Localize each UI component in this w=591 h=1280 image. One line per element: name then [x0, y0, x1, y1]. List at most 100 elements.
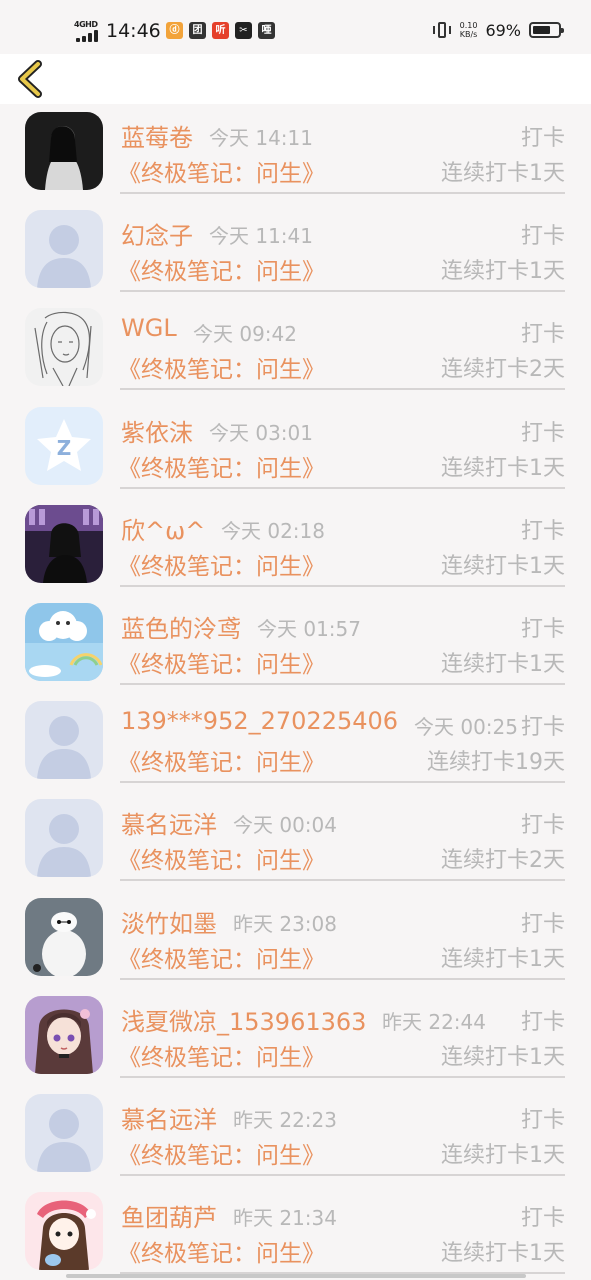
list-item[interactable]: Z 紫依沫 今天 03:01 打卡 《终极笔记：问生》 连续打卡1天: [0, 399, 591, 497]
divider: [120, 388, 565, 391]
battery-percent: 69%: [485, 20, 521, 40]
book-title[interactable]: 《终极笔记：问生》: [118, 350, 325, 384]
checkin-time: 今天 11:41: [209, 224, 313, 249]
user-name[interactable]: 139***952_270225406: [121, 707, 398, 735]
avatar[interactable]: [25, 1192, 103, 1271]
avatar[interactable]: [25, 504, 103, 583]
avatar[interactable]: [25, 701, 103, 780]
status-bar: 4GHD 14:46 ⓓ 团听 ✂ 唖 0.10 KB/s 69%: [0, 0, 591, 54]
avatar[interactable]: [25, 897, 103, 976]
battery-icon: [529, 22, 564, 38]
divider: [120, 486, 565, 489]
checkin-time: 今天 00:25: [414, 715, 518, 740]
user-name[interactable]: 幻念子: [121, 216, 193, 251]
checkin-label: 打卡: [520, 126, 565, 151]
checkin-time: 昨天 23:08: [233, 911, 337, 936]
book-title[interactable]: 《终极笔记：问生》: [118, 940, 325, 974]
user-name[interactable]: 慕名远洋: [121, 805, 217, 840]
user-name[interactable]: 蓝色的泠鸢: [121, 609, 241, 644]
checkin-time: 今天 01:57: [257, 616, 361, 641]
avatar[interactable]: [25, 799, 103, 878]
user-name[interactable]: WGL: [121, 314, 177, 342]
streak-count: 连续打卡2天: [441, 848, 565, 874]
checkin-time: 今天 02:18: [221, 518, 325, 543]
avatar[interactable]: [25, 112, 103, 190]
book-title[interactable]: 《终极笔记：问生》: [118, 743, 325, 777]
avatar[interactable]: [25, 308, 103, 387]
book-title[interactable]: 《终极笔记：问生》: [118, 547, 325, 581]
list-item[interactable]: 浅夏微凉_153961363 昨天 22:44 打卡 《终极笔记：问生》 连续打卡1天: [0, 988, 591, 1086]
checkin-time: 昨天 21:34: [233, 1206, 337, 1231]
avatar[interactable]: [25, 1093, 103, 1172]
network-speed-value: 0.10: [459, 21, 478, 30]
checkin-label: 打卡: [520, 224, 565, 250]
checkin-label: 打卡: [520, 1206, 565, 1232]
divider: [120, 584, 565, 587]
list-item[interactable]: 慕名远洋 昨天 22:23 打卡 《终极笔记：问生》 连续打卡1天: [0, 1086, 591, 1184]
streak-count: 连续打卡2天: [441, 357, 565, 383]
streak-count: 连续打卡1天: [441, 161, 565, 186]
notification-icons: ⓓ 团听 ✂ 唖: [166, 22, 275, 39]
list-item[interactable]: 139***952_270225406 今天 00:25 打卡《终极笔记：问生》 连续…: [0, 693, 591, 791]
divider: [120, 290, 565, 293]
user-name[interactable]: 浅夏微凉_153961363: [121, 1002, 366, 1037]
list-item[interactable]: 鱼团葫芦 昨天 21:34 打卡《终极笔记：问生》 连续打卡1天: [0, 1184, 591, 1280]
streak-count: 连续打卡1天: [441, 553, 565, 579]
divider: [120, 682, 565, 685]
app-icon-5: 唖: [258, 22, 275, 39]
avatar[interactable]: [25, 995, 103, 1074]
streak-count: 连续打卡19天: [427, 750, 565, 776]
book-title[interactable]: 《终极笔记：问生》: [118, 154, 325, 188]
list-item[interactable]: 慕名远洋 今天 00:04 打卡《终极笔记：问生》 连续打卡2天: [0, 791, 591, 889]
avatar[interactable]: Z: [25, 406, 103, 485]
checkin-time: 今天 03:01: [209, 420, 313, 445]
divider: [120, 879, 565, 882]
user-name[interactable]: 蓝莓卷: [121, 118, 193, 153]
clock: 14:46: [106, 20, 161, 42]
user-name[interactable]: 紫依沫: [121, 413, 193, 448]
book-title[interactable]: 《终极笔记：问生》: [118, 449, 325, 483]
book-title[interactable]: 《终极笔记：问生》: [118, 645, 325, 679]
user-name[interactable]: 欣^ω^: [121, 511, 205, 546]
streak-count: 连续打卡1天: [441, 1241, 565, 1267]
streak-count: 连续打卡1天: [441, 1142, 565, 1168]
app-icon-4: ✂: [235, 22, 252, 39]
streak-count: 连续打卡1天: [441, 946, 565, 972]
vibrate-icon: [432, 20, 452, 40]
list-item[interactable]: 淡竹如墨 昨天 23:08 打卡 《终极笔记：问生》 连续打卡1天: [0, 890, 591, 988]
checkin-label: 打卡: [520, 420, 565, 446]
back-button[interactable]: [14, 59, 50, 99]
avatar[interactable]: [25, 210, 103, 289]
list-item[interactable]: 幻念子 今天 11:41 打卡 《终极笔记：问生》 连续打卡1天: [0, 202, 591, 300]
checkin-time: 今天 00:04: [233, 813, 337, 838]
divider: [120, 192, 565, 194]
list-item[interactable]: 欣^ω^ 今天 02:18 打卡《终极笔记：问生》 连续打卡1天: [0, 497, 591, 595]
book-title[interactable]: 《终极笔记：问生》: [118, 1234, 325, 1268]
divider: [120, 977, 565, 980]
avatar[interactable]: [25, 602, 103, 681]
book-title[interactable]: 《终极笔记：问生》: [118, 841, 325, 875]
checkin-time: 昨天 22:44: [382, 1009, 486, 1034]
book-title[interactable]: 《终极笔记：问生》: [118, 1136, 325, 1170]
checkin-list[interactable]: 蓝莓卷 今天 14:11 打卡 《终极笔记：问生》 连续打卡1天 幻念子 今天 11:41 打…: [0, 104, 591, 1280]
list-item[interactable]: WGL 今天 09:42 打卡 《终极笔记：问生》 连续打卡2天: [0, 300, 591, 398]
checkin-label: 打卡: [520, 1009, 565, 1035]
chevron-left-icon: [18, 60, 42, 98]
user-name[interactable]: 淡竹如墨: [121, 904, 217, 939]
checkin-label: 打卡: [520, 616, 565, 642]
checkin-label: 打卡: [520, 715, 565, 741]
book-title[interactable]: 《终极笔记：问生》: [118, 1038, 325, 1072]
checkin-label: 打卡: [520, 518, 565, 544]
list-item[interactable]: 蓝莓卷 今天 14:11 打卡 《终极笔记：问生》 连续打卡1天: [0, 104, 591, 202]
book-title[interactable]: 《终极笔记：问生》: [118, 252, 325, 286]
checkin-label: 打卡: [520, 813, 565, 839]
checkin-label: 打卡: [520, 1107, 565, 1133]
user-name[interactable]: 鱼团葫芦: [121, 1198, 217, 1233]
checkin-time: 今天 09:42: [193, 322, 297, 347]
user-name[interactable]: 慕名远洋: [121, 1100, 217, 1135]
app-icon-3: 听: [212, 22, 229, 39]
gesture-bar[interactable]: [66, 1274, 526, 1278]
network-speed-unit: KB/s: [459, 30, 478, 39]
list-item[interactable]: 蓝色的泠鸢 今天 01:57 打卡 《终极笔记：问生》 连续打卡1天: [0, 595, 591, 693]
network-type: 4GHD: [74, 20, 98, 29]
